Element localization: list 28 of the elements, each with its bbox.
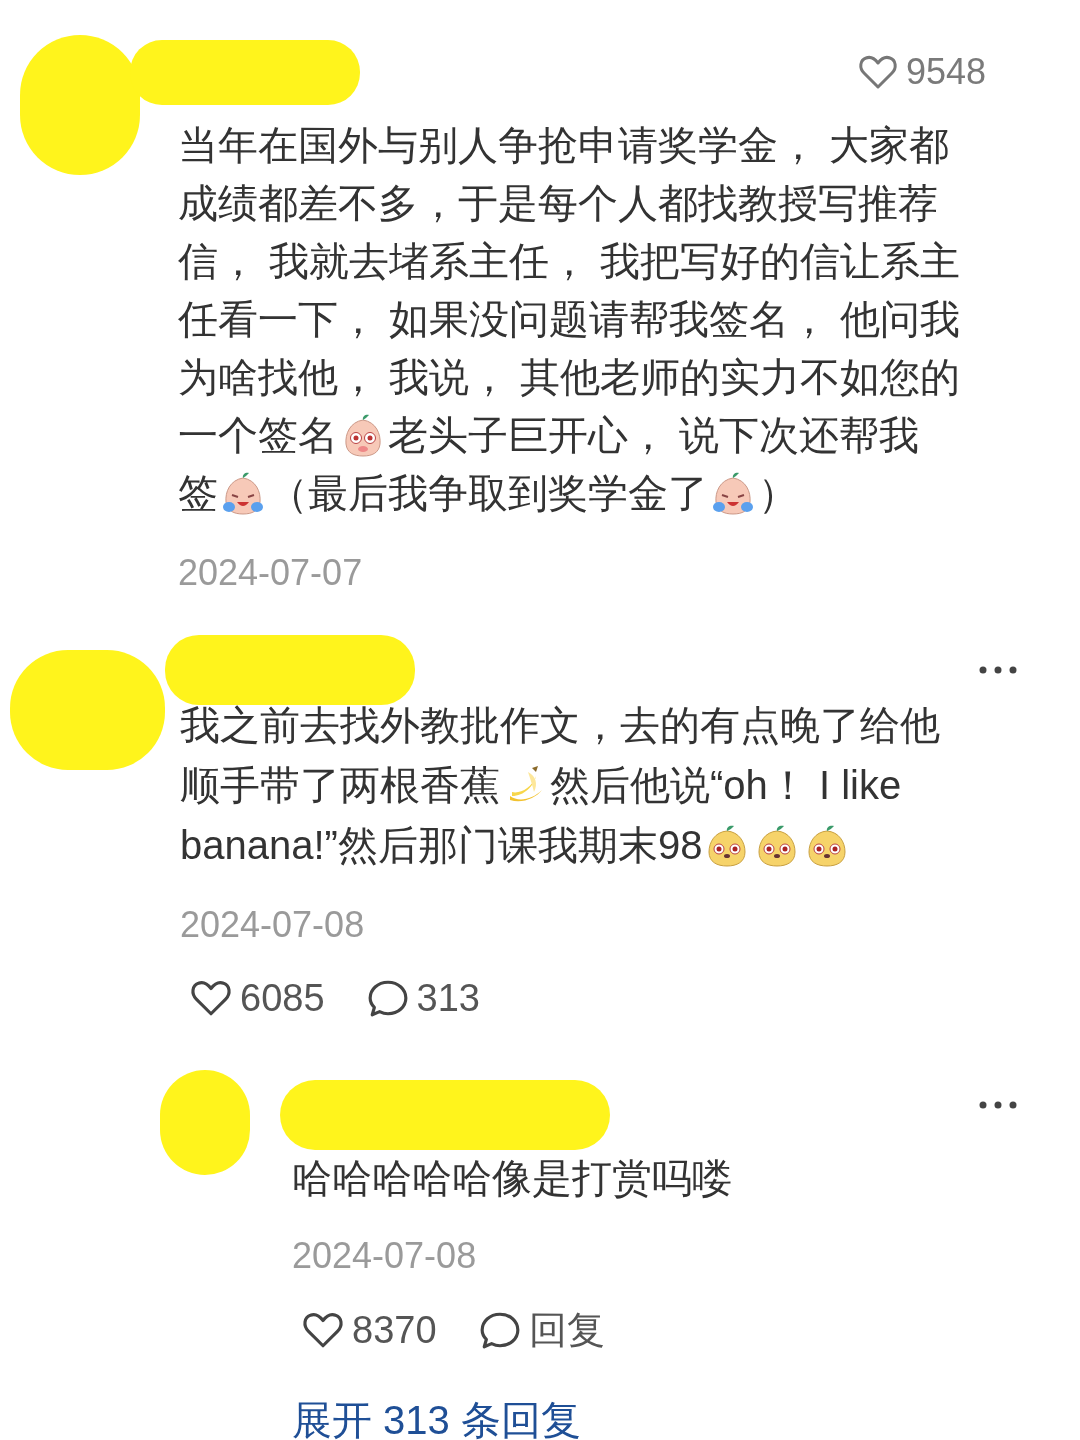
- crying-face-icon: [220, 470, 266, 516]
- reply-button[interactable]: 313: [366, 969, 480, 1027]
- comment-text: 一个签名: [178, 412, 338, 459]
- comment-text: banana!”然后那门课我期末98: [180, 822, 703, 869]
- comment-date: 2024-07-08: [292, 1234, 477, 1278]
- reply-button[interactable]: 回复: [478, 1301, 605, 1359]
- comment-text: 签: [178, 470, 218, 517]
- comment-text: 哈哈哈哈哈像是打赏吗喽: [292, 1155, 732, 1202]
- comment-text: （最后我争取到奖学金了: [268, 470, 708, 517]
- comment-date: 2024-07-07: [178, 551, 363, 595]
- like-button[interactable]: 6085: [190, 969, 325, 1027]
- comment-text: 顺手带了两根香蕉: [180, 762, 500, 809]
- more-icon[interactable]: [978, 665, 1018, 675]
- comment-text: 我之前去找外教批作文，去的有点晚了给他: [180, 702, 940, 749]
- comment-text: ）: [758, 470, 798, 517]
- like-button[interactable]: 8370: [302, 1301, 437, 1359]
- comment-text: 任看一下， 如果没问题请帮我签名， 他问我: [178, 296, 961, 343]
- crying-face-icon: [710, 470, 756, 516]
- comment-text: 当年在国外与别人争抢申请奖学金， 大家都: [178, 122, 950, 169]
- comment-text: 然后他说“oh！ I like: [550, 762, 902, 809]
- comment-date: 2024-07-08: [180, 903, 365, 947]
- comment-text: 成绩都差不多，于是每个人都找教授写推荐: [178, 180, 938, 227]
- like-button[interactable]: 9548: [857, 45, 986, 99]
- comment-text: 老头子巨开心， 说下次还帮我: [388, 412, 920, 459]
- comment-text: 信， 我就去堵系主任， 我把写好的信让系主: [178, 238, 961, 285]
- more-icon[interactable]: [978, 1100, 1018, 1110]
- comment-text: 为啥找他， 我说， 其他老师的实力不如您的: [178, 354, 961, 401]
- expand-replies-link[interactable]: 展开 313 条回复: [292, 1396, 581, 1440]
